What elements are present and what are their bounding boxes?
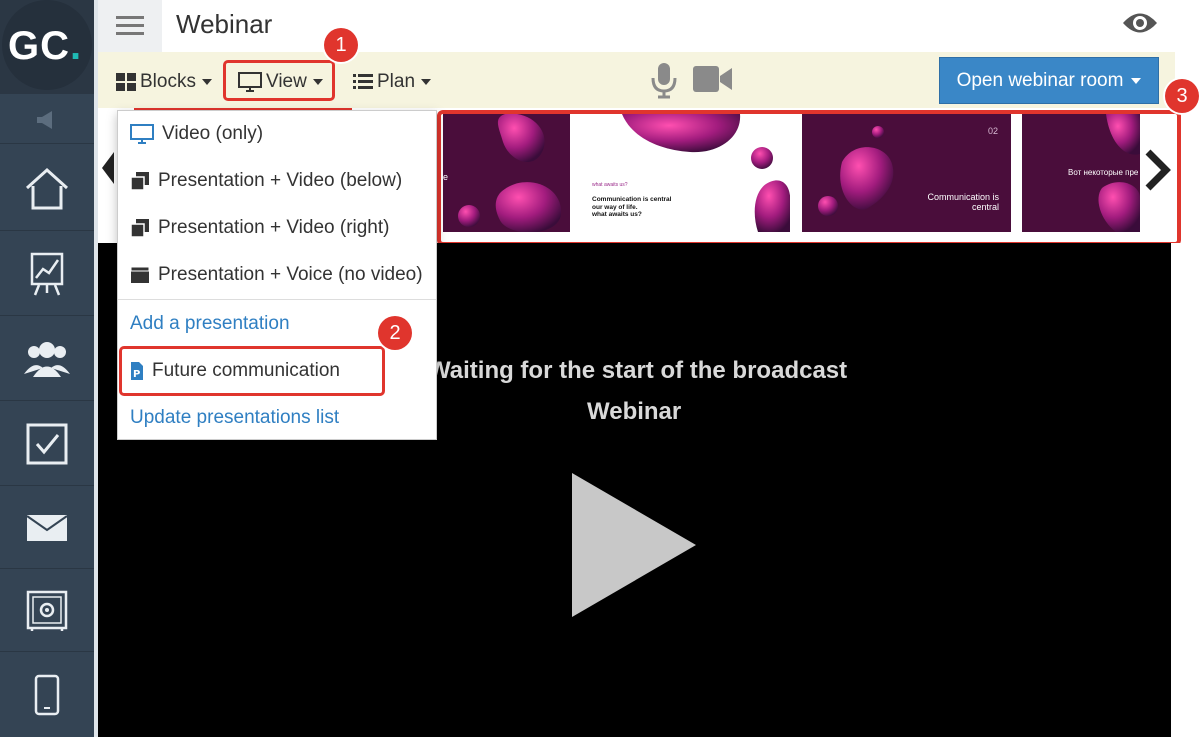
blocks-icon [116,73,136,91]
video-side-gap [1171,243,1200,737]
hamburger-icon [116,16,144,35]
sidebar-item-users[interactable] [0,317,94,401]
plan-label: Plan [377,71,416,92]
sidebar-item-mobile[interactable] [0,653,94,737]
sidebar-item-sales[interactable] [0,570,94,652]
copy-icon [130,172,149,191]
view-option-presentation-video-right[interactable]: Presentation + Video (right) [130,217,389,239]
view-option-video-only[interactable]: Video (only) [130,123,263,145]
slide-strip-highlight [437,110,1181,246]
chevron-left-icon [102,152,114,184]
menu-item-label: Video (only) [162,123,264,144]
presentation-highlight [119,346,385,396]
mail-icon [26,514,68,541]
caret-down-icon [1131,77,1142,84]
sidebar-item-home[interactable] [0,145,94,231]
video-title: Webinar [587,398,682,425]
list-icon [353,74,373,89]
page-title: Webinar [176,9,273,39]
copy-icon [130,219,149,238]
menu-item-label: Presentation + Voice (no video) [158,264,423,285]
video-camera-icon [693,66,732,92]
microphone-button[interactable] [650,61,678,104]
open-webinar-room-button[interactable]: Open webinar room [939,57,1159,104]
view-highlight [223,60,335,101]
window-icon [130,266,150,283]
menu-item-label: Presentation + Video (below) [158,170,403,191]
monitor-icon [130,124,154,144]
annotation-badge: 2 [378,316,412,350]
eye-icon [1123,13,1157,33]
preview-button[interactable] [1122,10,1158,41]
logo[interactable]: GC. [0,0,94,94]
slides-prev-button[interactable] [100,150,116,191]
microphone-icon [651,63,677,99]
sidebar-item-stats[interactable] [0,232,94,316]
menu-item-label: Presentation + Video (right) [158,217,390,238]
add-presentation-link[interactable]: Add a presentation [130,313,290,335]
logo-letters: GC [8,24,70,68]
chart-board-icon [30,252,64,295]
view-option-presentation-video-below[interactable]: Presentation + Video (below) [130,170,402,192]
logo-dot: . [70,24,83,68]
blocks-dropdown[interactable]: Blocks [116,71,212,93]
sidebar-item-notifications[interactable] [0,96,94,144]
sidebar: GC. [0,0,94,737]
broadcast-status: Waiting for the start of the broadcast [428,357,848,384]
play-icon[interactable] [572,473,696,617]
plan-dropdown[interactable]: Plan [353,71,432,93]
view-option-presentation-voice[interactable]: Presentation + Voice (no video) [130,264,423,286]
menu-divider [118,299,436,300]
logo-text: GC. [8,24,82,69]
sidebar-item-mail[interactable] [0,487,94,569]
safe-icon [26,590,68,631]
phone-icon [34,674,60,716]
open-webinar-room-label: Open webinar room [956,69,1124,91]
camera-button[interactable] [692,64,734,99]
caret-down-icon [421,79,432,85]
blocks-label: Blocks [140,71,196,92]
home-icon [25,167,69,209]
megaphone-icon [37,110,52,129]
annotation-badge: 1 [324,28,358,62]
sidebar-item-tasks[interactable] [0,402,94,486]
annotation-badge: 3 [1165,79,1199,113]
checkbox-icon [26,423,68,464]
menu-button[interactable] [98,0,162,52]
caret-down-icon [201,79,212,85]
users-icon [24,341,70,377]
update-presentations-link[interactable]: Update presentations list [130,407,339,429]
